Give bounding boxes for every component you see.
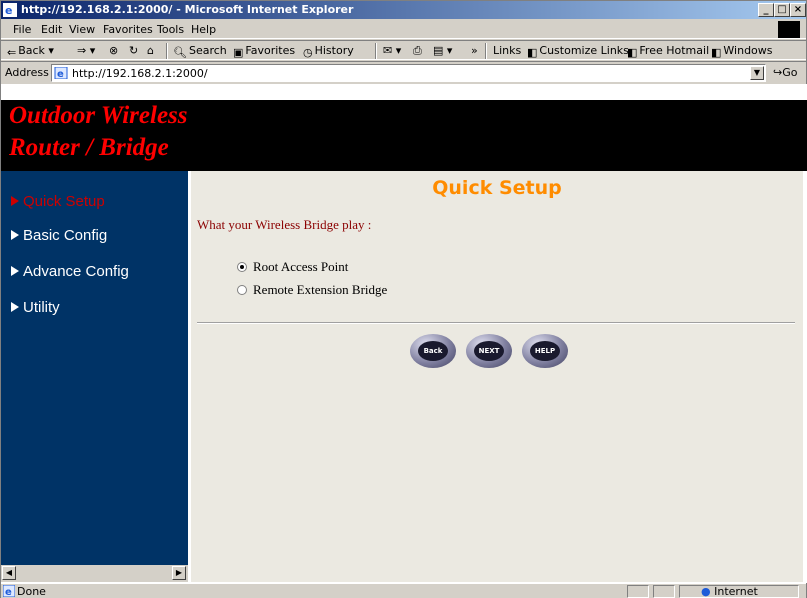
forward-button[interactable]: ⇒ ▾: [77, 44, 95, 57]
back-page-button[interactable]: Back: [410, 334, 456, 368]
search-icon: 🔍︎: [173, 46, 187, 59]
windows-logo-icon: [778, 21, 800, 38]
browser-window: e http://192.168.2.1:2000/ - Microsoft I…: [0, 0, 807, 598]
edit-button[interactable]: ▤ ▾: [433, 44, 452, 57]
page-icon: ◧: [627, 46, 638, 59]
divider: [197, 322, 795, 324]
radio-root-access-point[interactable]: [237, 262, 247, 272]
status-panel: [627, 585, 649, 598]
forward-arrow-icon: ⇒: [77, 44, 87, 57]
triangle-icon: [11, 196, 19, 206]
status-panel: [653, 585, 675, 598]
link-windows[interactable]: ◧ Windows: [711, 44, 773, 59]
page-icon: ◧: [527, 46, 538, 59]
stop-button[interactable]: ⊗: [109, 44, 118, 57]
home-button[interactable]: ⌂: [147, 44, 154, 57]
status-text: Done: [17, 585, 46, 598]
menu-favorites[interactable]: Favorites: [103, 23, 153, 36]
page-done-icon: e: [3, 585, 15, 597]
svg-text:e: e: [5, 4, 12, 17]
menu-tools[interactable]: Tools: [157, 23, 184, 36]
sidebar-horizontal-scrollbar[interactable]: ◀ ▶: [1, 565, 188, 582]
svg-text:e: e: [57, 69, 64, 79]
menu-file[interactable]: File: [13, 23, 31, 36]
home-icon: ⌂: [147, 44, 154, 57]
page-icon: e: [54, 67, 68, 79]
history-button[interactable]: ◷ History: [303, 44, 354, 59]
page-title: Quick Setup: [432, 177, 562, 199]
next-button[interactable]: NEXT: [466, 334, 512, 368]
mode-question: What your Wireless Bridge play :: [197, 217, 372, 232]
banner-line-2: Router / Bridge: [9, 134, 169, 161]
link-customize-links[interactable]: ◧ Customize Links: [527, 44, 629, 59]
favorites-button[interactable]: ▣ Favorites: [233, 44, 295, 59]
minimize-button[interactable]: _: [758, 3, 774, 17]
search-button[interactable]: 🔍︎ Search: [173, 44, 227, 59]
option-remote-extension-bridge[interactable]: Remote Extension Bridge: [237, 282, 387, 298]
window-title: http://192.168.2.1:2000/ - Microsoft Int…: [21, 3, 354, 16]
address-input[interactable]: e http://192.168.2.1:2000/ ▼: [51, 64, 766, 82]
favorites-icon: ▣: [233, 46, 244, 59]
toolbar-separator: [375, 43, 377, 59]
menu-help[interactable]: Help: [191, 23, 216, 36]
address-label: Address: [5, 66, 49, 79]
site-banner: Outdoor Wireless Router / Bridge: [1, 100, 807, 171]
triangle-icon: [11, 230, 19, 240]
internet-zone: ● Internet: [701, 585, 758, 598]
maximize-button[interactable]: □: [774, 3, 790, 17]
banner-line-1: Outdoor Wireless: [9, 102, 188, 129]
main-panel: Quick Setup What your Wireless Bridge pl…: [191, 171, 803, 582]
refresh-icon: ↻: [129, 44, 139, 57]
page-icon: ◧: [711, 46, 722, 59]
edit-icon: ▤: [433, 44, 444, 57]
ie-icon: e: [3, 3, 17, 17]
menu-edit[interactable]: Edit: [41, 23, 62, 36]
status-bar: e Done ● Internet: [1, 583, 806, 598]
back-button[interactable]: ⇐ Back ▾: [7, 44, 54, 59]
mail-button[interactable]: ✉ ▾: [383, 44, 401, 57]
sidebar-item-advance-config[interactable]: Advance Config: [11, 263, 129, 280]
address-url: http://192.168.2.1:2000/: [72, 67, 208, 80]
toolbar-separator: [166, 43, 168, 59]
stop-icon: ⊗: [109, 44, 119, 57]
links-label: Links: [493, 44, 522, 57]
close-button[interactable]: ×: [790, 3, 806, 17]
go-arrow-icon: ↪: [773, 66, 783, 79]
sidebar-item-quick-setup[interactable]: Quick Setup: [11, 193, 105, 210]
print-button[interactable]: ⎙: [413, 44, 422, 58]
sidebar-item-utility[interactable]: Utility: [11, 299, 60, 316]
globe-icon: ●: [701, 585, 711, 598]
toolbar: ⇐ Back ▾ ⇒ ▾ ⊗ ↻ ⌂ 🔍︎ Search ▣ Favorites ◷ H…: [1, 40, 806, 60]
page-viewport: Outdoor Wireless Router / Bridge Quick S…: [1, 84, 807, 583]
history-icon: ◷: [303, 46, 313, 59]
toolbar-separator: [485, 43, 487, 59]
refresh-button[interactable]: ↻: [129, 44, 138, 57]
address-bar: Address e http://192.168.2.1:2000/ ▼ ↪Go: [1, 61, 806, 83]
sidebar-nav: Quick Setup Basic Config Advance Config …: [1, 171, 188, 565]
title-bar: e http://192.168.2.1:2000/ - Microsoft I…: [1, 1, 806, 19]
sidebar-item-basic-config[interactable]: Basic Config: [11, 227, 107, 244]
scroll-left-button[interactable]: ◀: [2, 566, 16, 580]
back-arrow-icon: ⇐: [7, 46, 17, 59]
page-right-margin: [803, 171, 807, 582]
radio-remote-extension-bridge[interactable]: [237, 285, 247, 295]
option-root-access-point[interactable]: Root Access Point: [237, 259, 348, 275]
go-button[interactable]: ↪Go: [773, 66, 797, 79]
more-chevron-button[interactable]: »: [471, 44, 478, 57]
svg-text:e: e: [5, 587, 12, 597]
link-free-hotmail[interactable]: ◧ Free Hotmail: [627, 44, 709, 59]
menu-view[interactable]: View: [69, 23, 95, 36]
mail-icon: ✉: [383, 44, 393, 57]
print-icon: ⎙: [413, 44, 422, 57]
scroll-right-button[interactable]: ▶: [172, 566, 186, 580]
address-dropdown-button[interactable]: ▼: [750, 66, 764, 80]
help-button[interactable]: HELP: [522, 334, 568, 368]
triangle-icon: [11, 266, 19, 276]
menu-bar: File Edit View Favorites Tools Help: [1, 20, 806, 39]
triangle-icon: [11, 302, 19, 312]
